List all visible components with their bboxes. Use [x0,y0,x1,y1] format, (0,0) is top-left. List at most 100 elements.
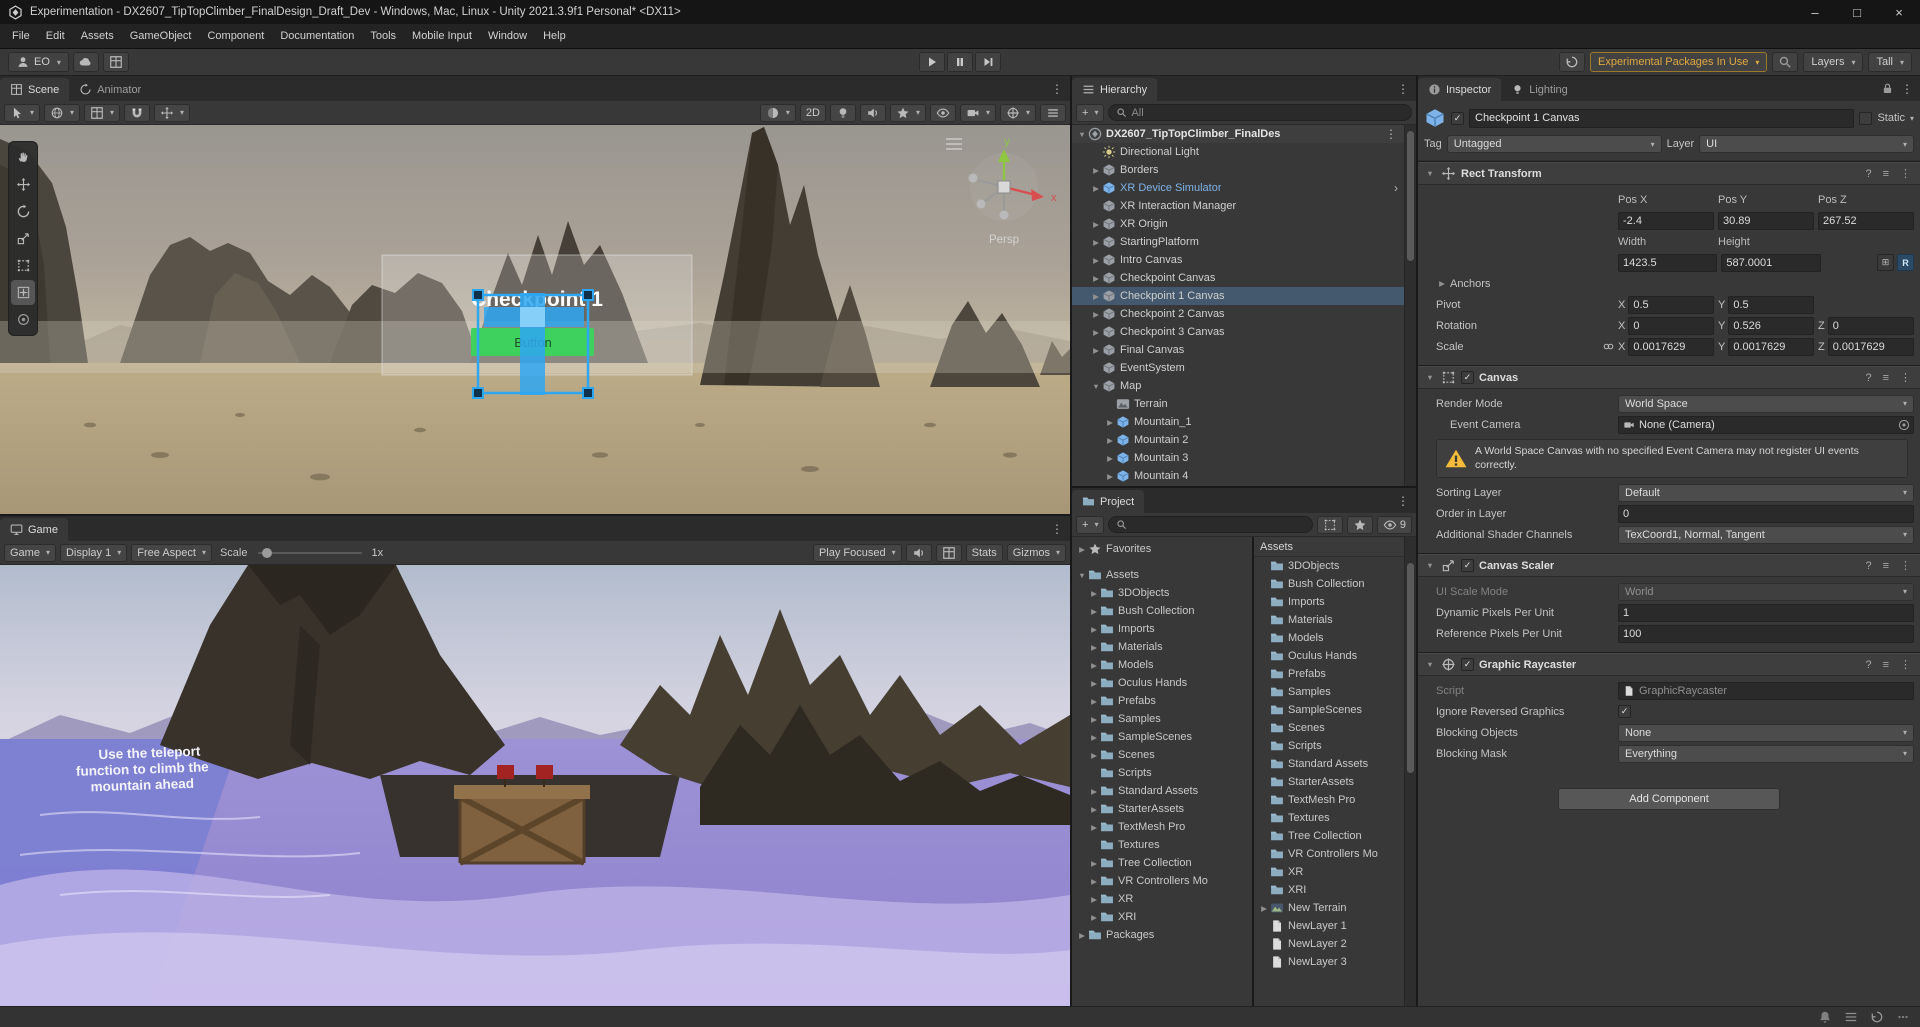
layout-button[interactable]: Tall ▾ [1868,52,1912,72]
project-folder-samplescenes[interactable]: ▶ SampleScenes [1072,728,1252,746]
maximize-button[interactable]: □ [1836,0,1878,24]
blueprint-r-icon[interactable]: R [1896,254,1914,271]
link-scale-icon[interactable] [1602,340,1615,353]
hierarchy-item-final-canvas[interactable]: ▶ Final Canvas [1072,341,1404,359]
foldout-collapsed-icon[interactable]: ▶ [1088,679,1100,688]
project-folder-packages[interactable]: ▶ Packages [1072,926,1252,944]
scrollbar-thumb[interactable] [1407,563,1414,773]
foldout-collapsed-icon[interactable]: ▶ [1090,328,1102,337]
asset-xri[interactable]: XRI [1254,881,1404,899]
scale-tool-button[interactable] [11,226,35,251]
project-folder-models[interactable]: ▶ Models [1072,656,1252,674]
search-by-type-button[interactable] [1316,515,1343,534]
pivot-dropdown[interactable]: ▾ [44,103,81,122]
project-folder-textures[interactable]: Textures [1072,836,1252,854]
project-folder-starterassets[interactable]: ▶ StarterAssets [1072,800,1252,818]
asset-imports[interactable]: Imports [1254,593,1404,611]
menu-tools[interactable]: Tools [362,24,404,49]
hierarchy-scene-root[interactable]: ▼ DX2607_TipTopClimber_FinalDes ⋮ [1072,125,1404,143]
asset-samplescenes[interactable]: SampleScenes [1254,701,1404,719]
mute-audio-button[interactable] [905,543,932,562]
tool-settings-dropdown[interactable]: ▾ [4,103,41,122]
ui-scale-mode-dropdown[interactable]: World ▾ [1618,582,1914,601]
foldout-expanded-icon[interactable]: ▼ [1076,130,1088,139]
hierarchy-scrollbar[interactable] [1404,125,1416,486]
project-create-button[interactable]: + ▾ [1076,515,1105,534]
foldout-collapsed-icon[interactable]: ▶ [1088,751,1100,760]
hierarchy-item-mountain-3[interactable]: ▶ Mountain 3 [1072,449,1404,467]
foldout-collapsed-icon[interactable]: ▶ [1088,607,1100,616]
project-folder-xri[interactable]: ▶ XRI [1072,908,1252,926]
refresh-icon[interactable] [1870,1010,1884,1024]
scale-slider[interactable] [257,547,362,558]
sorting-layer-dropdown[interactable]: Default ▾ [1618,483,1914,502]
scene-options-kebab-icon[interactable]: ⋮ [1378,127,1404,141]
menu-component[interactable]: Component [199,24,272,49]
pos-x-field[interactable]: -2.4 [1618,211,1714,230]
gizmos-visibility-dropdown[interactable]: ▾ [999,103,1036,122]
shading-mode-dropdown[interactable]: ▾ [759,103,796,122]
tab-project[interactable]: Project [1072,490,1145,513]
close-button[interactable]: × [1878,0,1920,24]
tab-lighting[interactable]: Lighting [1501,78,1578,101]
hand-tool-button[interactable] [11,145,35,170]
static-checkbox[interactable] [1859,111,1873,125]
asset-models[interactable]: Models [1254,629,1404,647]
reference-ppu-field[interactable]: 100 [1618,624,1914,643]
tag-dropdown[interactable]: Untagged ▾ [1446,135,1662,153]
foldout-collapsed-icon[interactable]: ▶ [1076,931,1088,940]
project-scrollbar[interactable] [1404,537,1416,1006]
foldout-expanded-icon[interactable]: ▼ [1090,382,1102,391]
asset-newlayer-3[interactable]: NewLayer 3 [1254,953,1404,971]
project-folder-vr-controllers-mo[interactable]: ▶ VR Controllers Mo [1072,872,1252,890]
static-flags-caret-icon[interactable]: ▾ [1910,114,1914,123]
help-icon[interactable]: ? [1862,372,1874,384]
asset-newlayer-2[interactable]: NewLayer 2 [1254,935,1404,953]
hierarchy-item-intro-canvas[interactable]: ▶ Intro Canvas [1072,251,1404,269]
scale-y-field[interactable]: 0.0017629 [1728,337,1814,356]
foldout-collapsed-icon[interactable]: ▶ [1088,625,1100,634]
scene-audio-toggle[interactable] [859,103,886,122]
foldout-collapsed-icon[interactable]: ▶ [1090,184,1102,193]
foldout-collapsed-icon[interactable]: ▶ [1088,913,1100,922]
rotation-y-field[interactable]: 0.526 [1728,316,1814,335]
foldout-collapsed-icon[interactable]: ▶ [1088,787,1100,796]
vsync-button[interactable] [935,543,962,562]
project-folder-scripts[interactable]: Scripts [1072,764,1252,782]
step-button[interactable] [975,52,1001,72]
tab-game[interactable]: Game [0,518,68,541]
progress-icon[interactable] [1896,1010,1910,1024]
menu-assets[interactable]: Assets [73,24,122,49]
prefab-open-chevron-icon[interactable]: › [1388,181,1404,195]
hierarchy-item-xr-interaction-manager[interactable]: XR Interaction Manager [1072,197,1404,215]
asset-materials[interactable]: Materials [1254,611,1404,629]
notifications-icon[interactable] [1818,1010,1832,1024]
asset-newlayer-1[interactable]: NewLayer 1 [1254,917,1404,935]
menu-edit[interactable]: Edit [38,24,73,49]
asset-new-terrain[interactable]: ▶ New Terrain [1254,899,1404,917]
asset-textmesh-pro[interactable]: TextMesh Pro [1254,791,1404,809]
project-folder-3dobjects[interactable]: ▶ 3DObjects [1072,584,1252,602]
scale-x-field[interactable]: 0.0017629 [1628,337,1714,356]
project-search-input[interactable] [1108,516,1313,533]
project-folder-samples[interactable]: ▶ Samples [1072,710,1252,728]
display-dropdown[interactable]: Display 1 ▾ [59,543,128,562]
project-folder-prefabs[interactable]: ▶ Prefabs [1072,692,1252,710]
pos-y-field[interactable]: 30.89 [1718,211,1814,230]
undo-history-button[interactable] [1558,52,1585,72]
game-mode-dropdown[interactable]: Game ▾ [4,543,56,562]
menu-mobile-input[interactable]: Mobile Input [404,24,480,49]
pos-z-field[interactable]: 267.52 [1818,211,1914,230]
ignore-reversed-checkbox[interactable]: ✓ [1618,705,1631,719]
presets-icon[interactable]: ≡ [1880,168,1892,180]
asset-samples[interactable]: Samples [1254,683,1404,701]
hierarchy-search-input[interactable]: All [1108,104,1412,121]
minimize-button[interactable]: – [1794,0,1836,24]
visibility-toggle[interactable] [929,103,956,122]
asset-vr-controllers-mo[interactable]: VR Controllers Mo [1254,845,1404,863]
asset-oculus-hands[interactable]: Oculus Hands [1254,647,1404,665]
component-kebab-icon[interactable]: ⋮ [1897,167,1914,180]
scene-viewport[interactable]: Checkpoint 1 Button [0,125,1070,514]
save-search-button[interactable] [1346,515,1373,534]
add-component-button[interactable]: Add Component [1558,788,1780,811]
